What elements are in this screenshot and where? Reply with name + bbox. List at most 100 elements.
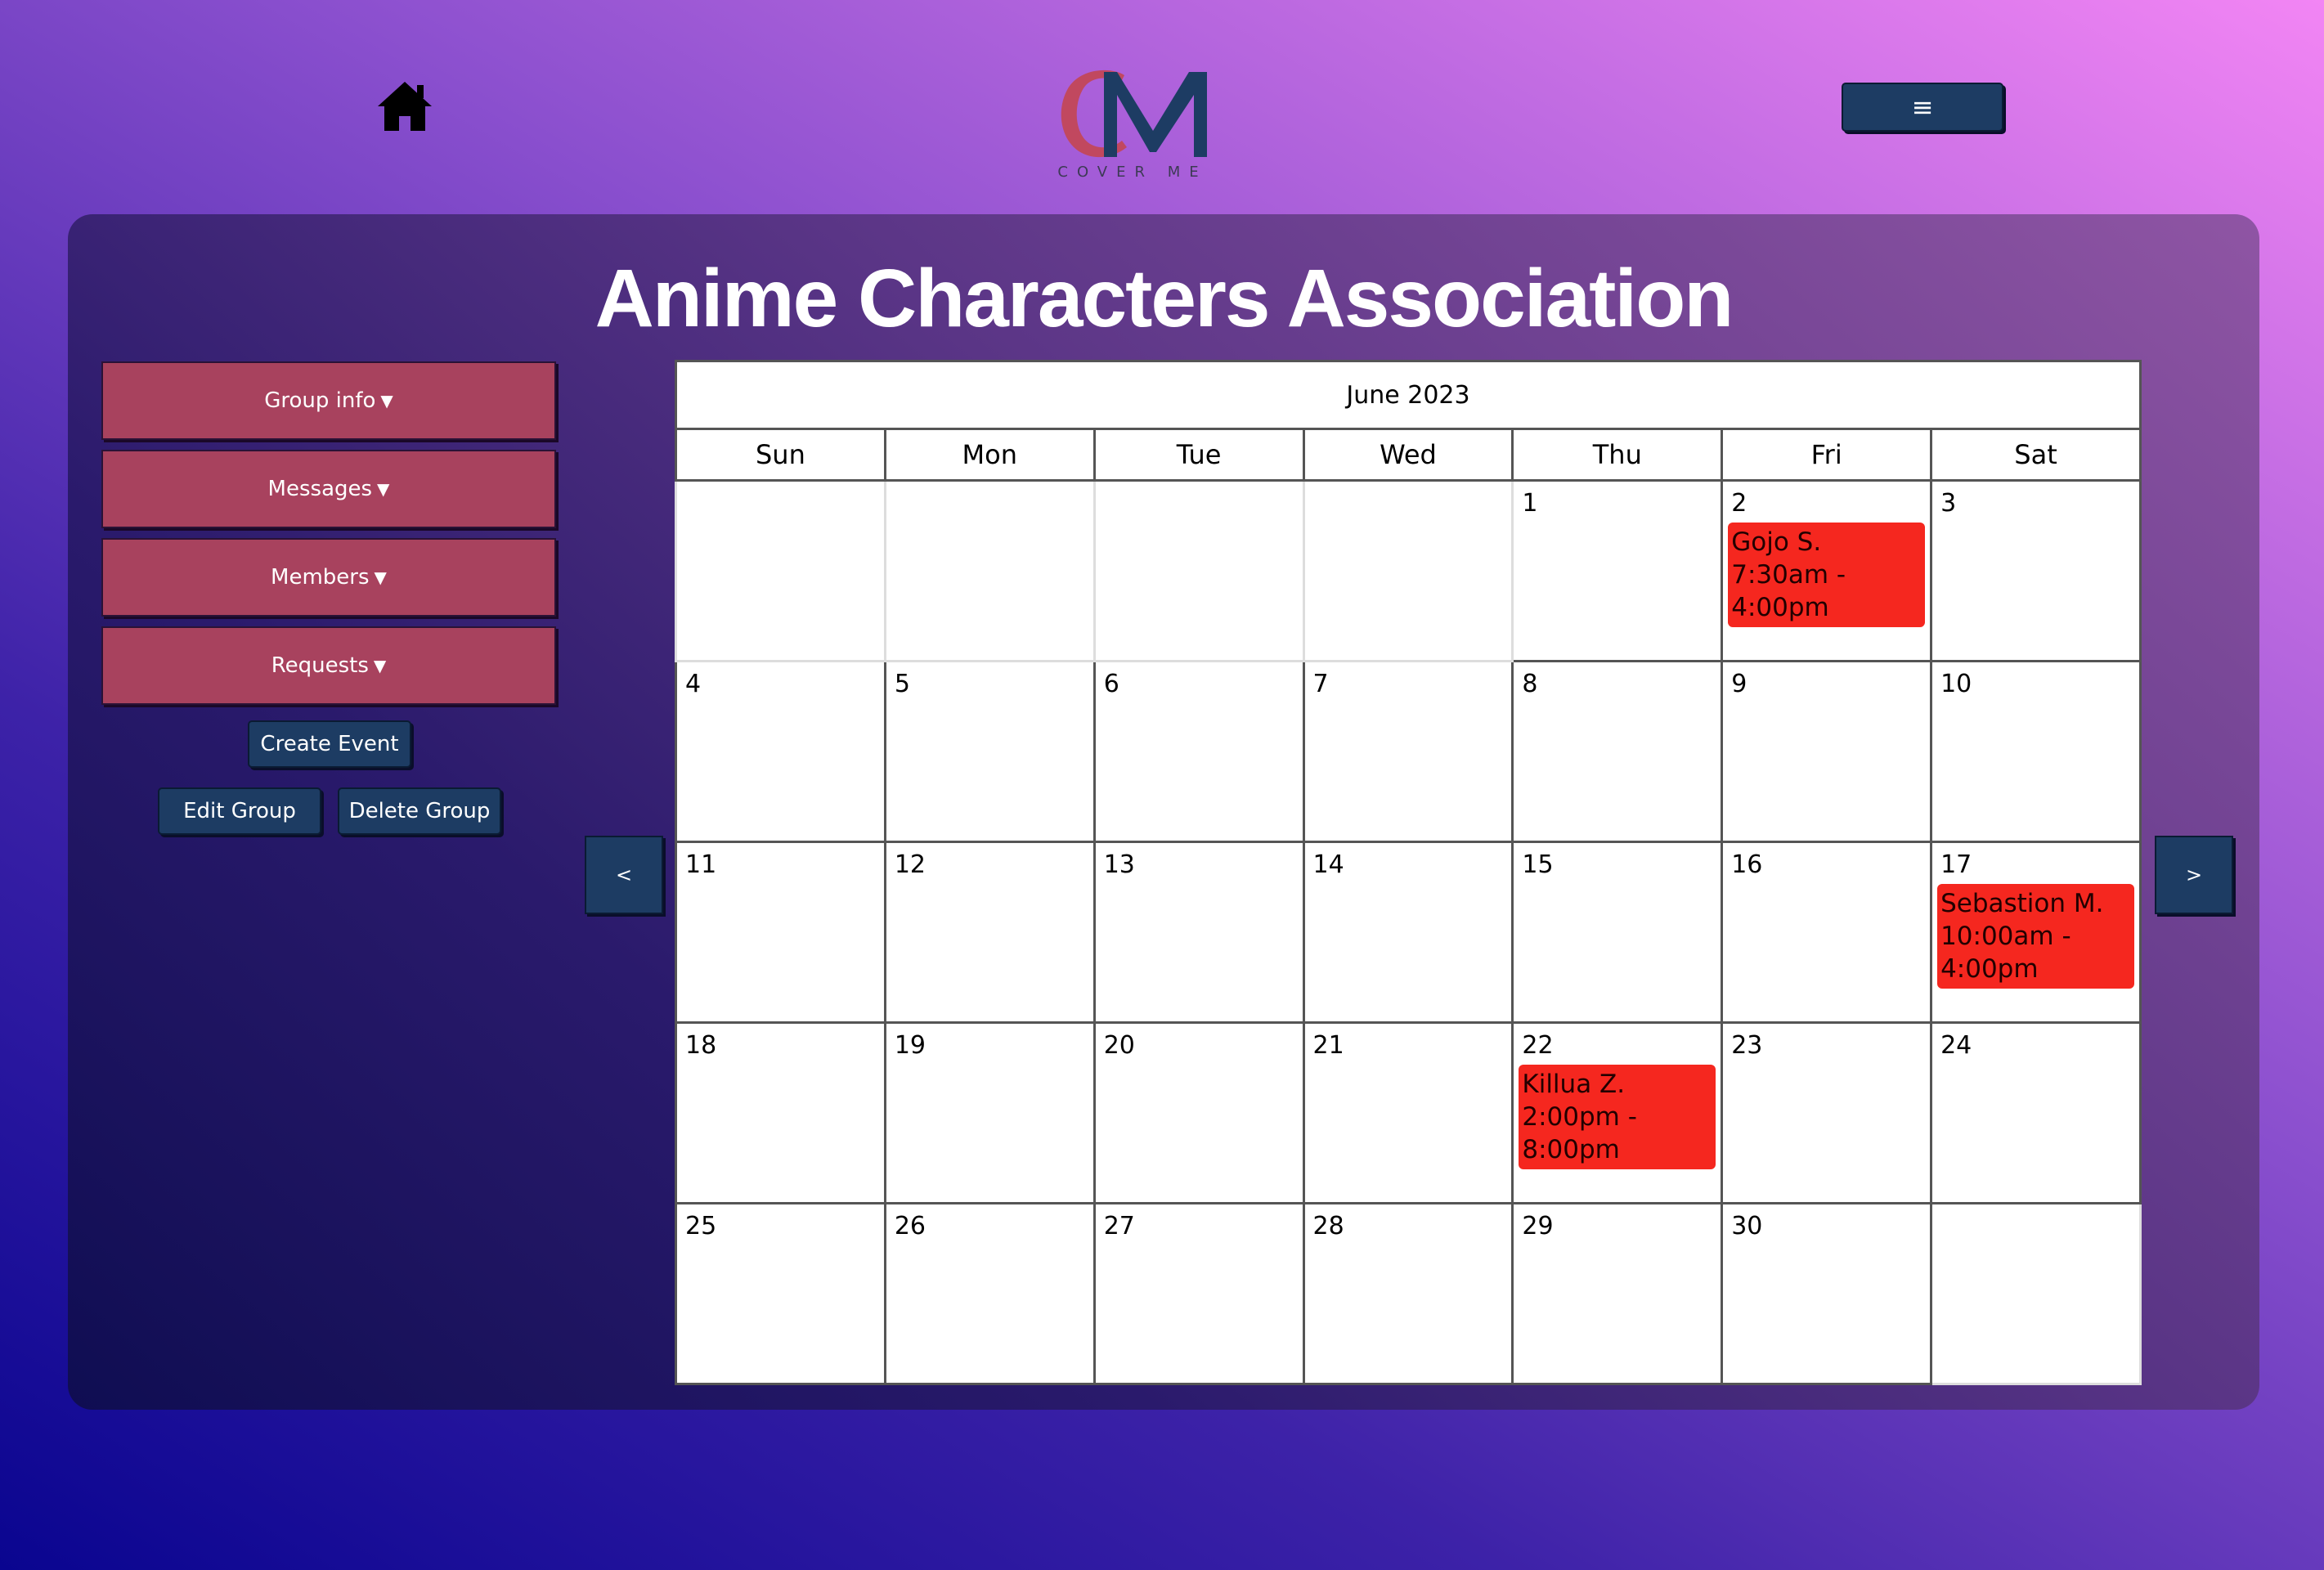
calendar-month-title: June 2023 <box>675 360 2142 430</box>
next-month-button[interactable]: > <box>2155 836 2233 914</box>
calendar-day-cell[interactable]: 27 <box>1092 1202 1305 1385</box>
requests-dropdown[interactable]: Requests ▼ <box>101 626 556 705</box>
calendar: June 2023 Sun Mon Tue Wed Thu Fri Sat 1 2 Gojo S… <box>675 360 2142 1385</box>
event-time: 10:00am - 4:00pm <box>1940 922 2071 984</box>
calendar-day-cell[interactable]: 5 <box>883 660 1096 843</box>
calendar-day-cell[interactable]: 29 <box>1511 1202 1724 1385</box>
home-icon <box>378 82 432 131</box>
day-number: 9 <box>1731 670 1747 698</box>
caret-down-icon: ▼ <box>380 391 393 410</box>
caret-down-icon: ▼ <box>373 656 387 675</box>
calendar-week-row: 11 12 13 14 15 16 17 Sebastion M. 10:00am - 4:00… <box>675 841 2142 1024</box>
calendar-day-cell[interactable]: 14 <box>1302 841 1514 1024</box>
members-dropdown[interactable]: Members ▼ <box>101 538 556 617</box>
logo-tagline: COVER ME <box>1057 164 1208 181</box>
calendar-week-row: 18 19 20 21 22 Killua Z. 2:00pm - 8:00pm 23 24 <box>675 1021 2142 1204</box>
caret-down-icon: ▼ <box>377 479 390 499</box>
dropdown-label: Members <box>271 565 370 590</box>
calendar-day-cell[interactable]: 11 <box>675 841 886 1024</box>
event-name: Sebastion M. <box>1940 889 2104 918</box>
messages-dropdown[interactable]: Messages ▼ <box>101 450 556 528</box>
calendar-day-cell[interactable]: 16 <box>1721 841 1933 1024</box>
calendar-week-row: 1 2 Gojo S. 7:30am - 4:00pm 3 <box>675 479 2142 662</box>
calendar-event[interactable]: Killua Z. 2:00pm - 8:00pm <box>1519 1065 1716 1169</box>
calendar-day-cell <box>883 479 1096 662</box>
event-name: Gojo S. <box>1731 527 1822 557</box>
day-number: 16 <box>1731 850 1763 879</box>
day-number: 19 <box>894 1031 926 1060</box>
dropdown-label: Messages <box>267 477 373 501</box>
menu-button[interactable]: ≡ <box>1842 83 2003 132</box>
day-of-week-header: Mon <box>883 428 1096 482</box>
day-number: 21 <box>1312 1031 1344 1060</box>
calendar-day-cell[interactable]: 22 Killua Z. 2:00pm - 8:00pm <box>1511 1021 1724 1204</box>
day-number: 23 <box>1731 1031 1763 1060</box>
day-number: 27 <box>1103 1212 1135 1240</box>
day-number: 18 <box>685 1031 717 1060</box>
day-number: 24 <box>1940 1031 1972 1060</box>
calendar-day-cell[interactable]: 13 <box>1092 841 1305 1024</box>
calendar-day-cell[interactable]: 6 <box>1092 660 1305 843</box>
calendar-day-cell[interactable]: 2 Gojo S. 7:30am - 4:00pm <box>1721 479 1933 662</box>
calendar-day-cell[interactable]: 4 <box>675 660 886 843</box>
calendar-day-cell[interactable]: 24 <box>1930 1021 2142 1204</box>
day-number: 30 <box>1731 1212 1763 1240</box>
day-number: 3 <box>1940 489 1957 518</box>
calendar-day-cell[interactable]: 18 <box>675 1021 886 1204</box>
day-number: 22 <box>1522 1031 1554 1060</box>
calendar-day-cell[interactable]: 26 <box>883 1202 1096 1385</box>
caret-down-icon: ▼ <box>374 567 387 587</box>
day-of-week-header: Thu <box>1511 428 1724 482</box>
calendar-day-cell[interactable]: 8 <box>1511 660 1724 843</box>
group-panel: Anime Characters Association Group info … <box>68 214 2259 1410</box>
calendar-day-cell <box>1092 479 1305 662</box>
day-of-week-header: Fri <box>1721 428 1933 482</box>
prev-month-button[interactable]: < <box>585 836 663 914</box>
calendar-day-cell[interactable]: 12 <box>883 841 1096 1024</box>
day-number: 17 <box>1940 850 1972 879</box>
day-number: 7 <box>1312 670 1329 698</box>
day-number: 29 <box>1522 1212 1554 1240</box>
calendar-day-cell <box>1930 1202 2142 1385</box>
create-event-button[interactable]: Create Event <box>248 720 411 768</box>
dropdown-label: Requests <box>271 653 369 678</box>
day-number: 28 <box>1312 1212 1344 1240</box>
calendar-event[interactable]: Gojo S. 7:30am - 4:00pm <box>1728 523 1926 627</box>
calendar-day-cell[interactable]: 30 <box>1721 1202 1933 1385</box>
day-number: 13 <box>1103 850 1135 879</box>
page-title: Anime Characters Association <box>594 253 1734 344</box>
calendar-week-row: 25 26 27 28 29 30 <box>675 1202 2142 1385</box>
dropdown-label: Group info <box>264 388 376 413</box>
day-of-week-header: Tue <box>1092 428 1305 482</box>
calendar-day-cell[interactable]: 23 <box>1721 1021 1933 1204</box>
home-button[interactable] <box>376 80 433 132</box>
calendar-event[interactable]: Sebastion M. 10:00am - 4:00pm <box>1937 884 2134 989</box>
calendar-day-cell[interactable]: 17 Sebastion M. 10:00am - 4:00pm <box>1930 841 2142 1024</box>
calendar-day-cell[interactable]: 20 <box>1092 1021 1305 1204</box>
day-number: 12 <box>894 850 926 879</box>
cover-me-logo: COVER ME <box>1047 65 1218 188</box>
delete-group-button[interactable]: Delete Group <box>338 787 501 835</box>
calendar-day-cell[interactable]: 15 <box>1511 841 1724 1024</box>
calendar-day-cell[interactable]: 10 <box>1930 660 2142 843</box>
event-time: 7:30am - 4:00pm <box>1731 560 1846 622</box>
calendar-day-cell[interactable]: 21 <box>1302 1021 1514 1204</box>
calendar-day-cell[interactable]: 3 <box>1930 479 2142 662</box>
calendar-day-cell[interactable]: 7 <box>1302 660 1514 843</box>
day-number: 4 <box>685 670 702 698</box>
day-number: 8 <box>1522 670 1538 698</box>
group-info-dropdown[interactable]: Group info ▼ <box>101 361 556 440</box>
event-time: 2:00pm - 8:00pm <box>1522 1102 1637 1164</box>
calendar-day-cell[interactable]: 19 <box>883 1021 1096 1204</box>
calendar-day-cell[interactable]: 25 <box>675 1202 886 1385</box>
hamburger-icon: ≡ <box>1911 92 1934 123</box>
day-number: 10 <box>1940 670 1972 698</box>
calendar-week-row: 4 5 6 7 8 9 10 <box>675 660 2142 843</box>
edit-group-button[interactable]: Edit Group <box>158 787 321 835</box>
day-number: 25 <box>685 1212 717 1240</box>
calendar-day-cell[interactable]: 9 <box>1721 660 1933 843</box>
calendar-day-cell <box>675 479 886 662</box>
calendar-day-cell[interactable]: 1 <box>1511 479 1724 662</box>
day-of-week-header: Sun <box>675 428 886 482</box>
calendar-day-cell[interactable]: 28 <box>1302 1202 1514 1385</box>
